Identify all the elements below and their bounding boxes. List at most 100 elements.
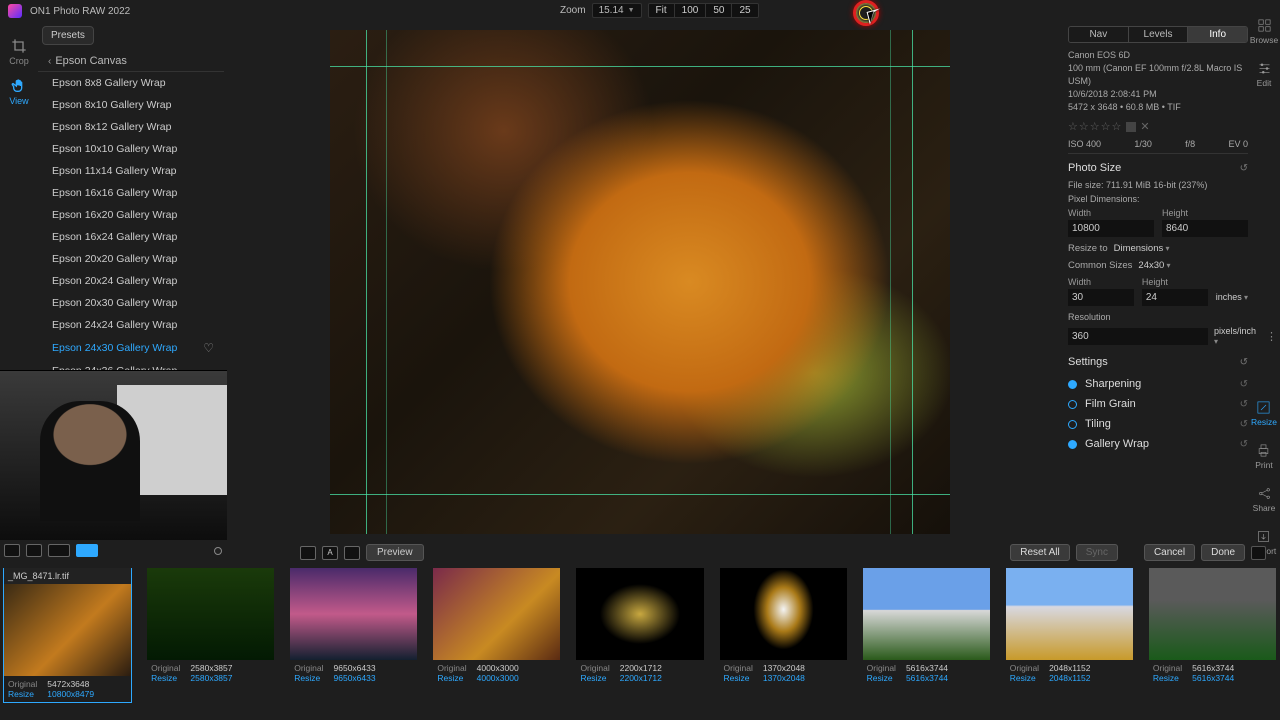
compare-off-button[interactable] bbox=[300, 546, 316, 560]
reset-icon[interactable]: ↺ bbox=[1240, 419, 1248, 430]
reset-icon[interactable]: ↺ bbox=[1240, 399, 1248, 410]
star-icon[interactable]: ☆ bbox=[1101, 120, 1111, 133]
thumbnail[interactable]: OriginalResize9650x64339650x6433 bbox=[290, 568, 417, 686]
print-module[interactable]: Print bbox=[1255, 443, 1272, 470]
right-tool-rail: Browse Edit Resize Print Share Export bbox=[1248, 14, 1280, 556]
reset-icon[interactable]: ↺ bbox=[1240, 439, 1248, 450]
preset-item[interactable]: Epson 8x10 Gallery Wrap bbox=[38, 94, 224, 116]
resolution-units-dropdown[interactable]: pixels/inch bbox=[1214, 326, 1256, 346]
zoom-value-dropdown[interactable]: 15.14▼ bbox=[592, 3, 642, 18]
setting-sharpening[interactable]: Sharpening↺ bbox=[1068, 374, 1248, 394]
star-icon[interactable]: ☆ bbox=[1068, 120, 1078, 133]
tab-info[interactable]: Info bbox=[1188, 27, 1247, 42]
thumbnail-image bbox=[720, 568, 847, 660]
view-tool[interactable]: View bbox=[9, 78, 28, 106]
browse-module[interactable]: Browse bbox=[1250, 18, 1278, 45]
thumbnail[interactable]: OriginalResize2048x11522048x1152 bbox=[1006, 568, 1133, 686]
panel-tabs: Nav Levels Info bbox=[1068, 26, 1248, 43]
preview-controls: A Preview bbox=[300, 544, 424, 561]
compare-a-button[interactable]: A bbox=[322, 546, 338, 560]
preset-category-name: Epson Canvas bbox=[55, 55, 127, 67]
presets-tab[interactable]: Presets bbox=[42, 26, 94, 45]
reset-section-icon[interactable]: ↺ bbox=[1240, 163, 1248, 174]
print-icon bbox=[1256, 443, 1271, 458]
chevron-down-icon: ▼ bbox=[628, 7, 635, 14]
thumbnail[interactable]: _MG_8471.lr.tifOriginalResize5472x364810… bbox=[4, 568, 131, 702]
thumbnail[interactable]: OriginalResize1370x20481370x2048 bbox=[720, 568, 847, 686]
view-dual-button[interactable] bbox=[26, 544, 42, 557]
preset-item[interactable]: Epson 24x30 Gallery Wrap♡ bbox=[38, 336, 224, 360]
resize-module[interactable]: Resize bbox=[1251, 400, 1277, 427]
color-label-swatch[interactable] bbox=[1126, 122, 1136, 132]
thumbnail[interactable]: OriginalResize2200x17122200x1712 bbox=[576, 568, 703, 686]
preset-item[interactable]: Epson 24x24 Gallery Wrap bbox=[38, 314, 224, 336]
preset-item[interactable]: Epson 16x24 Gallery Wrap bbox=[38, 226, 224, 248]
browse-icon bbox=[1257, 18, 1272, 33]
reset-all-button[interactable]: Reset All bbox=[1010, 544, 1069, 561]
view-single-button[interactable] bbox=[4, 544, 20, 557]
resolution-more-icon[interactable]: ⋮ bbox=[1266, 330, 1277, 343]
done-button[interactable]: Done bbox=[1201, 544, 1245, 561]
preset-category-header[interactable]: ‹ Epson Canvas bbox=[38, 51, 224, 72]
cancel-button[interactable]: Cancel bbox=[1144, 544, 1195, 561]
zoom-fit-button[interactable]: Fit bbox=[649, 4, 675, 17]
setting-tiling[interactable]: Tiling↺ bbox=[1068, 414, 1248, 434]
compare-split-button[interactable] bbox=[344, 546, 360, 560]
preset-item[interactable]: Epson 10x10 Gallery Wrap bbox=[38, 138, 224, 160]
star-icon[interactable]: ☆ bbox=[1090, 120, 1100, 133]
photo-size-heading: Photo Size bbox=[1068, 162, 1121, 174]
preset-item[interactable]: Epson 8x12 Gallery Wrap bbox=[38, 116, 224, 138]
preset-item[interactable]: Epson 16x20 Gallery Wrap bbox=[38, 204, 224, 226]
star-icon[interactable]: ☆ bbox=[1079, 120, 1089, 133]
preset-item[interactable]: Epson 20x24 Gallery Wrap bbox=[38, 270, 224, 292]
toggle-panel-button[interactable] bbox=[1251, 546, 1266, 560]
common-sizes-dropdown[interactable]: 24x30 bbox=[1138, 260, 1170, 271]
webcam-overlay bbox=[0, 370, 227, 540]
view-grid-button[interactable] bbox=[76, 544, 98, 557]
back-chevron-icon: ‹ bbox=[48, 56, 51, 67]
toggle-dot-icon bbox=[1068, 420, 1077, 429]
filmstrip-view-modes bbox=[4, 544, 222, 557]
reset-settings-icon[interactable]: ↺ bbox=[1240, 357, 1248, 368]
preset-item[interactable]: Epson 8x8 Gallery Wrap bbox=[38, 72, 224, 94]
star-icon[interactable]: ☆ bbox=[1112, 120, 1122, 133]
thumbnail[interactable]: OriginalResize5616x37445616x3744 bbox=[863, 568, 990, 686]
thumbnail[interactable]: OriginalResize5616x37445616x3744 bbox=[1149, 568, 1276, 686]
image-canvas[interactable] bbox=[330, 30, 950, 534]
thumbnail[interactable]: OriginalResize2580x38572580x3857 bbox=[147, 568, 274, 686]
clear-rating-icon[interactable]: ✕ bbox=[1140, 120, 1149, 133]
crop-tool[interactable]: Crop bbox=[9, 38, 29, 66]
zoom-100-button[interactable]: 100 bbox=[675, 4, 707, 17]
opacity-handle[interactable] bbox=[214, 547, 222, 555]
preview-button[interactable]: Preview bbox=[366, 544, 424, 561]
view-strip-button[interactable] bbox=[48, 544, 70, 557]
crop-guide bbox=[386, 30, 387, 534]
tab-nav[interactable]: Nav bbox=[1069, 27, 1129, 42]
share-module[interactable]: Share bbox=[1253, 486, 1276, 513]
units-dropdown[interactable]: inches bbox=[1216, 292, 1248, 302]
preset-item[interactable]: Epson 16x16 Gallery Wrap bbox=[38, 182, 224, 204]
setting-gallery-wrap[interactable]: Gallery Wrap↺ bbox=[1068, 434, 1248, 454]
resolution-input[interactable] bbox=[1068, 328, 1208, 345]
app-title: ON1 Photo RAW 2022 bbox=[30, 6, 130, 17]
rating-stars[interactable]: ☆☆☆☆☆ ✕ bbox=[1068, 120, 1248, 133]
setting-film-grain[interactable]: Film Grain↺ bbox=[1068, 394, 1248, 414]
toggle-dot-icon bbox=[1068, 440, 1077, 449]
filmstrip[interactable]: _MG_8471.lr.tifOriginalResize5472x364810… bbox=[0, 568, 1280, 718]
favorite-icon[interactable]: ♡ bbox=[203, 341, 214, 355]
zoom-50-button[interactable]: 50 bbox=[706, 4, 732, 17]
tab-levels[interactable]: Levels bbox=[1129, 27, 1189, 42]
sync-button[interactable]: Sync bbox=[1076, 544, 1118, 561]
thumbnail[interactable]: OriginalResize4000x30004000x3000 bbox=[433, 568, 560, 686]
preset-item[interactable]: Epson 11x14 Gallery Wrap bbox=[38, 160, 224, 182]
output-height-input[interactable] bbox=[1142, 289, 1208, 306]
reset-icon[interactable]: ↺ bbox=[1240, 379, 1248, 390]
toggle-dot-icon bbox=[1068, 400, 1077, 409]
resize-to-dropdown[interactable]: Dimensions bbox=[1114, 243, 1170, 254]
zoom-25-button[interactable]: 25 bbox=[732, 4, 757, 17]
output-width-input[interactable] bbox=[1068, 289, 1134, 306]
edit-module[interactable]: Edit bbox=[1257, 61, 1272, 88]
preset-item[interactable]: Epson 20x20 Gallery Wrap bbox=[38, 248, 224, 270]
preset-item[interactable]: Epson 20x30 Gallery Wrap bbox=[38, 292, 224, 314]
presets-panel: Presets ‹ Epson Canvas Epson 8x8 Gallery… bbox=[38, 24, 224, 404]
